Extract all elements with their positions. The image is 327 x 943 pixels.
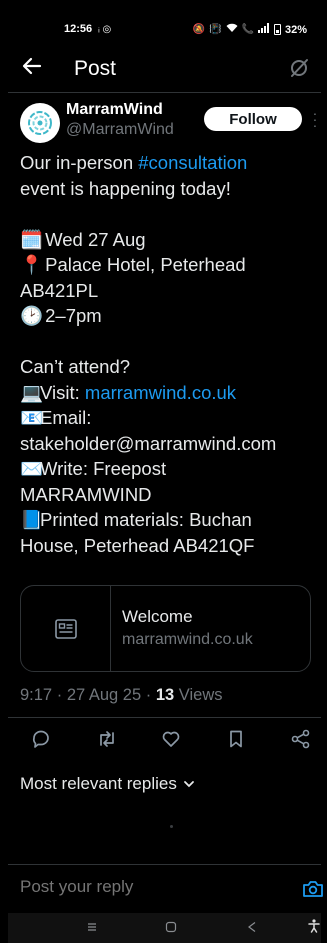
post-date: 27 Aug 25 xyxy=(66,686,142,704)
views-count: 13 xyxy=(155,686,175,704)
pin-icon: 📍 xyxy=(20,254,44,275)
laptop-icon: 💻 xyxy=(20,381,44,403)
article-icon xyxy=(54,618,77,639)
event-postcode: AB421PL xyxy=(20,279,99,301)
cant-attend-text: Can’t attend? xyxy=(20,356,131,377)
event-time: 2–7pm xyxy=(45,305,102,326)
bookmark-icon[interactable] xyxy=(225,728,249,752)
phone-screen: 12:56 ᵢ ◎ 🔕 📳 📞 32% Post MarramWind @Mar… xyxy=(8,0,324,943)
freepost-address: MARRAMWIND xyxy=(20,483,152,505)
loading-dot xyxy=(170,825,173,828)
author-name[interactable]: MarramWind xyxy=(66,101,163,119)
calendar-icon: 🗓️ xyxy=(20,228,44,250)
post-time: 9:17 xyxy=(20,686,53,704)
link-preview-card[interactable]: Welcome marramwind.co.uk xyxy=(20,585,311,672)
accessibility-icon[interactable] xyxy=(308,919,320,936)
marramwind-logo-icon xyxy=(28,111,52,135)
website-link[interactable]: marramwind.co.uk xyxy=(85,382,236,403)
post-line: Our in-person xyxy=(20,152,139,173)
post-meta: 9:17 · 27 Aug 25 · 13 Views xyxy=(20,686,223,704)
system-back-icon[interactable] xyxy=(246,921,258,936)
post-line: event is happening today! xyxy=(20,177,231,199)
mute-icon: 🔕 xyxy=(192,24,206,35)
header-divider xyxy=(8,92,321,93)
follow-button[interactable]: Follow xyxy=(204,107,302,131)
share-icon[interactable] xyxy=(290,728,314,752)
vibrate-icon: 📳 xyxy=(209,24,222,35)
clock-icon: 🕑 xyxy=(20,305,44,326)
event-date: Wed 27 Aug xyxy=(45,228,146,250)
post-text: Our in-person #consultation event is hap… xyxy=(20,150,320,558)
replies-sort-label: Most relevant replies xyxy=(20,774,177,793)
reply-divider xyxy=(8,864,321,865)
call-icon: 📞 xyxy=(241,24,254,35)
battery-level: 32% xyxy=(284,23,307,36)
email-icon: 📧 xyxy=(20,407,44,428)
post-header: Post xyxy=(8,48,321,88)
grok-icon[interactable] xyxy=(287,56,311,80)
visit-label: Visit: xyxy=(40,381,85,403)
card-domain: marramwind.co.uk xyxy=(122,631,253,648)
email-address: stakeholder@marramwind.com xyxy=(20,432,277,454)
printed-materials-label: Printed materials: Buchan xyxy=(40,509,252,530)
camera-icon[interactable] xyxy=(302,879,324,899)
avatar[interactable] xyxy=(20,103,60,143)
hashtag-link[interactable]: #consultation xyxy=(138,152,247,173)
status-time: 12:56 xyxy=(64,23,93,35)
notification-icons: ᵢ ◎ xyxy=(98,23,112,35)
chevron-down-icon xyxy=(183,781,194,788)
event-place: Palace Hotel, Peterhead xyxy=(45,254,246,275)
system-nav-bar xyxy=(8,913,321,943)
book-icon: 📘 xyxy=(20,509,44,530)
wifi-icon xyxy=(226,23,238,36)
battery-icon xyxy=(273,24,281,35)
reply-icon[interactable] xyxy=(30,728,54,752)
page-title: Post xyxy=(74,57,117,80)
views-label: Views xyxy=(178,686,223,704)
card-title: Welcome xyxy=(122,607,193,626)
card-thumbnail xyxy=(21,586,111,671)
recent-apps-icon[interactable] xyxy=(86,921,98,936)
status-bar: 12:56 ᵢ ◎ 🔕 📳 📞 32% xyxy=(8,0,321,36)
like-icon[interactable] xyxy=(160,728,184,752)
envelope-icon: ✉️ xyxy=(20,458,44,479)
action-bar xyxy=(8,728,321,756)
write-label: Write: Freepost xyxy=(40,458,167,479)
back-arrow-icon[interactable] xyxy=(22,56,42,80)
email-label: Email: xyxy=(40,407,92,428)
home-icon[interactable] xyxy=(165,921,177,936)
printed-materials-address: House, Peterhead AB421QF xyxy=(20,534,255,556)
more-options-icon[interactable]: · · · xyxy=(312,106,318,132)
repost-icon[interactable] xyxy=(96,728,120,752)
reply-input[interactable] xyxy=(20,877,280,897)
meta-divider xyxy=(8,717,321,718)
signal-icon xyxy=(257,23,270,36)
replies-sort-dropdown[interactable]: Most relevant replies xyxy=(20,774,195,794)
author-handle[interactable]: @MarramWind xyxy=(66,121,174,139)
